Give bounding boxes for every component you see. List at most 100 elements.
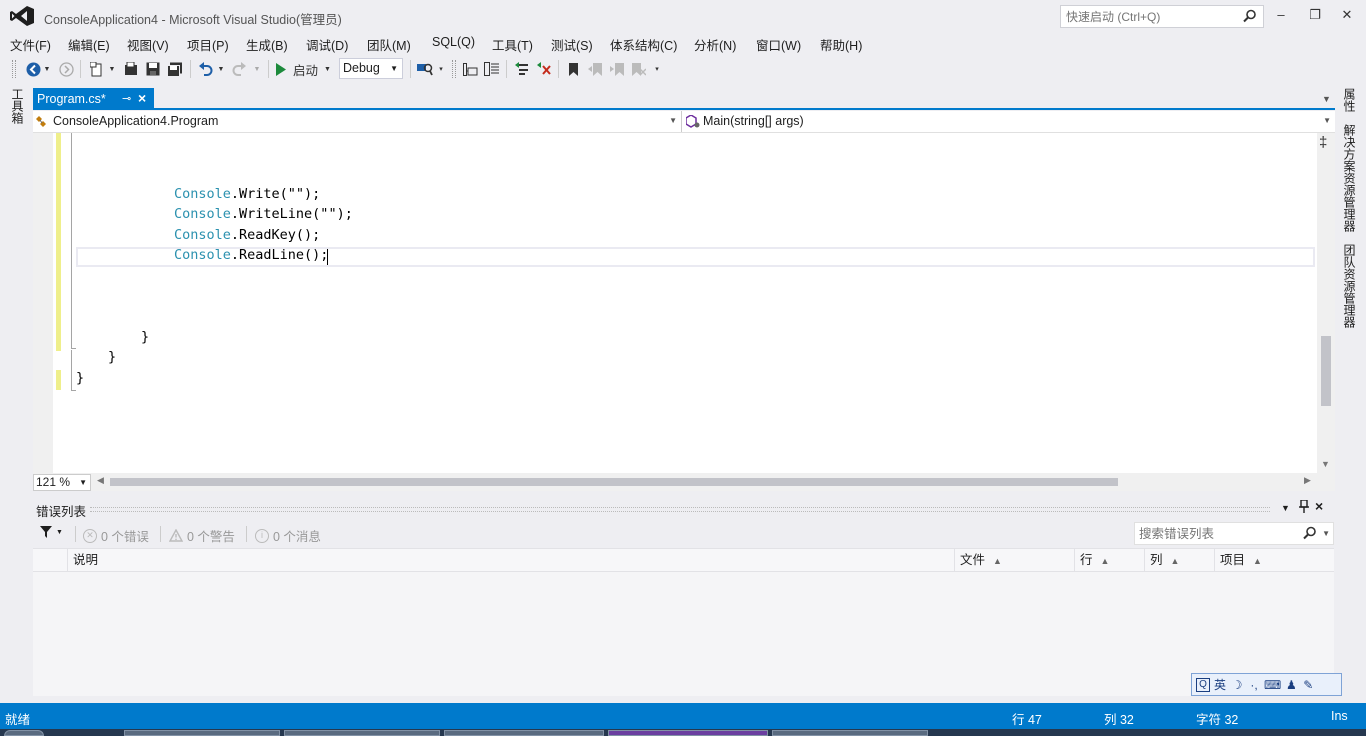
save-icon[interactable] [144, 59, 162, 79]
scroll-right-icon[interactable]: ▶ [1304, 475, 1311, 486]
new-dropdown-icon[interactable]: ▼ [107, 59, 117, 79]
bookmark-icon[interactable] [565, 59, 581, 79]
clear-bookmarks-icon[interactable] [631, 59, 647, 79]
open-file-icon[interactable] [122, 59, 140, 79]
menu-view[interactable]: 视图(V) [127, 35, 169, 54]
menu-analyze[interactable]: 分析(N) [694, 35, 736, 54]
minimize-button[interactable]: – [1271, 6, 1291, 24]
toolbox-tab[interactable]: 工具箱 [8, 88, 26, 124]
zoom-select[interactable]: 121 % ▼ [33, 474, 91, 491]
menu-team[interactable]: 团队(M) [367, 35, 411, 54]
status-char: 字符 32 [1196, 713, 1239, 727]
menu-window[interactable]: 窗口(W) [756, 35, 801, 54]
pin-icon[interactable]: ⊸ [122, 92, 131, 105]
scroll-down-icon[interactable]: ▼ [1321, 459, 1330, 469]
filter-button[interactable]: ▼ [40, 526, 63, 538]
editor-vertical-scrollbar[interactable] [1317, 133, 1335, 473]
menu-help[interactable]: 帮助(H) [820, 35, 862, 54]
horizontal-scroll-thumb[interactable] [110, 478, 1118, 486]
messages-toggle[interactable]: i 0 个消息 [255, 526, 321, 545]
column-header-column[interactable]: 列 ▲ [1144, 549, 1214, 571]
menu-tools[interactable]: 工具(T) [492, 35, 533, 54]
solution-explorer-tab[interactable]: 解决方案资源管理器 [1341, 124, 1358, 232]
navigate-back-icon[interactable] [24, 59, 42, 79]
errors-toggle[interactable]: ✕ 0 个错误 [83, 526, 149, 545]
quick-launch-input[interactable] [1061, 6, 1231, 27]
menu-edit[interactable]: 编辑(E) [68, 35, 110, 54]
panel-drag-handle[interactable] [90, 507, 1270, 512]
save-all-icon[interactable] [166, 59, 184, 79]
next-bookmark-icon[interactable] [609, 59, 625, 79]
split-window-icon[interactable]: ‡ [1319, 134, 1327, 151]
back-dropdown-icon[interactable]: ▼ [42, 59, 52, 79]
ime-mode-toggle[interactable]: 英 [1213, 676, 1227, 693]
start-dropdown-icon[interactable]: ▼ [324, 66, 331, 73]
user-icon[interactable]: ♟ [1284, 678, 1298, 692]
find-in-files-icon[interactable] [416, 59, 434, 79]
quick-launch-box[interactable] [1060, 5, 1264, 28]
taskbar-button-visual-studio[interactable] [608, 730, 768, 736]
undo-icon[interactable] [196, 59, 214, 79]
taskbar-button[interactable] [284, 730, 440, 736]
solution-configuration-select[interactable]: Debug ▼ [339, 58, 403, 79]
taskbar-button[interactable] [444, 730, 604, 736]
menu-sql[interactable]: SQL(Q) [432, 35, 475, 49]
start-debugging-button[interactable]: 启动 ▼ [275, 59, 335, 79]
toolbar-overflow-icon[interactable]: ▾ [652, 59, 662, 79]
vertical-scroll-thumb[interactable] [1321, 336, 1331, 406]
column-header-line[interactable]: 行 ▲ [1074, 549, 1144, 571]
column-header-description[interactable]: 说明 [67, 549, 954, 571]
chevron-down-icon[interactable]: ▼ [1322, 529, 1330, 538]
navigate-forward-icon[interactable] [57, 59, 75, 79]
error-list-search[interactable]: ▼ [1134, 522, 1334, 545]
punctuation-icon[interactable]: ·, [1247, 678, 1261, 692]
restore-button[interactable]: ❐ [1305, 6, 1325, 24]
menu-build[interactable]: 生成(B) [246, 35, 288, 54]
members-dropdown[interactable]: Main(string[] args) ▼ [683, 111, 1335, 132]
close-icon[interactable]: × [1315, 498, 1323, 514]
new-project-icon[interactable] [88, 59, 106, 79]
properties-tab[interactable]: 属性 [1341, 88, 1358, 112]
wrench-icon[interactable]: ✎ [1301, 678, 1315, 692]
toolbar-grip[interactable] [12, 60, 16, 78]
tab-program-cs[interactable]: Program.cs* ⊸ × [33, 88, 154, 110]
soft-keyboard-icon[interactable]: ⌨ [1264, 678, 1281, 692]
column-header-file[interactable]: 文件 ▲ [954, 549, 1074, 571]
team-explorer-tab[interactable]: 团队资源管理器 [1341, 244, 1358, 328]
column-header-category[interactable] [33, 549, 67, 571]
outline-view-icon[interactable] [483, 59, 501, 79]
redo-icon[interactable] [230, 59, 248, 79]
taskbar-button[interactable] [772, 730, 928, 736]
error-grid-body[interactable] [33, 572, 1334, 696]
warnings-toggle[interactable]: 0 个警告 [169, 526, 235, 545]
menu-debug[interactable]: 调试(D) [306, 35, 348, 54]
comment-icon[interactable] [512, 59, 530, 79]
toolbar-overflow-icon[interactable]: ▾ [436, 59, 446, 79]
menu-architecture[interactable]: 体系结构(C) [610, 35, 677, 54]
taskbar-button[interactable] [124, 730, 280, 736]
ime-logo-icon[interactable]: Q [1196, 677, 1210, 692]
column-header-project[interactable]: 项目 ▲ [1214, 549, 1334, 571]
menu-test[interactable]: 测试(S) [551, 35, 593, 54]
filter-dropdown-icon[interactable]: ▼ [56, 529, 63, 536]
panel-options-icon[interactable]: ▼ [1281, 503, 1290, 513]
menu-project[interactable]: 项目(P) [187, 35, 229, 54]
uncomment-icon[interactable] [534, 59, 552, 79]
error-search-input[interactable] [1135, 523, 1295, 544]
redo-dropdown-icon[interactable]: ▼ [252, 59, 262, 79]
close-window-button[interactable]: ✕ [1337, 6, 1357, 24]
previous-bookmark-icon[interactable] [587, 59, 603, 79]
toolbar-grip[interactable] [452, 60, 456, 78]
types-dropdown[interactable]: ConsoleApplication4.Program ▼ [33, 111, 682, 132]
object-browser-icon[interactable] [461, 59, 479, 79]
active-files-dropdown-icon[interactable]: ▼ [1322, 94, 1331, 104]
half-width-moon-icon[interactable]: ☽ [1230, 678, 1244, 692]
menu-file[interactable]: 文件(F) [10, 35, 51, 54]
pin-icon[interactable] [1299, 499, 1309, 516]
code-editor[interactable] [33, 133, 1335, 473]
undo-dropdown-icon[interactable]: ▼ [216, 59, 226, 79]
indicator-margin[interactable] [33, 133, 53, 473]
start-orb-icon[interactable] [4, 730, 44, 736]
scroll-left-icon[interactable]: ◀ [97, 475, 104, 486]
close-icon[interactable]: × [138, 90, 146, 106]
